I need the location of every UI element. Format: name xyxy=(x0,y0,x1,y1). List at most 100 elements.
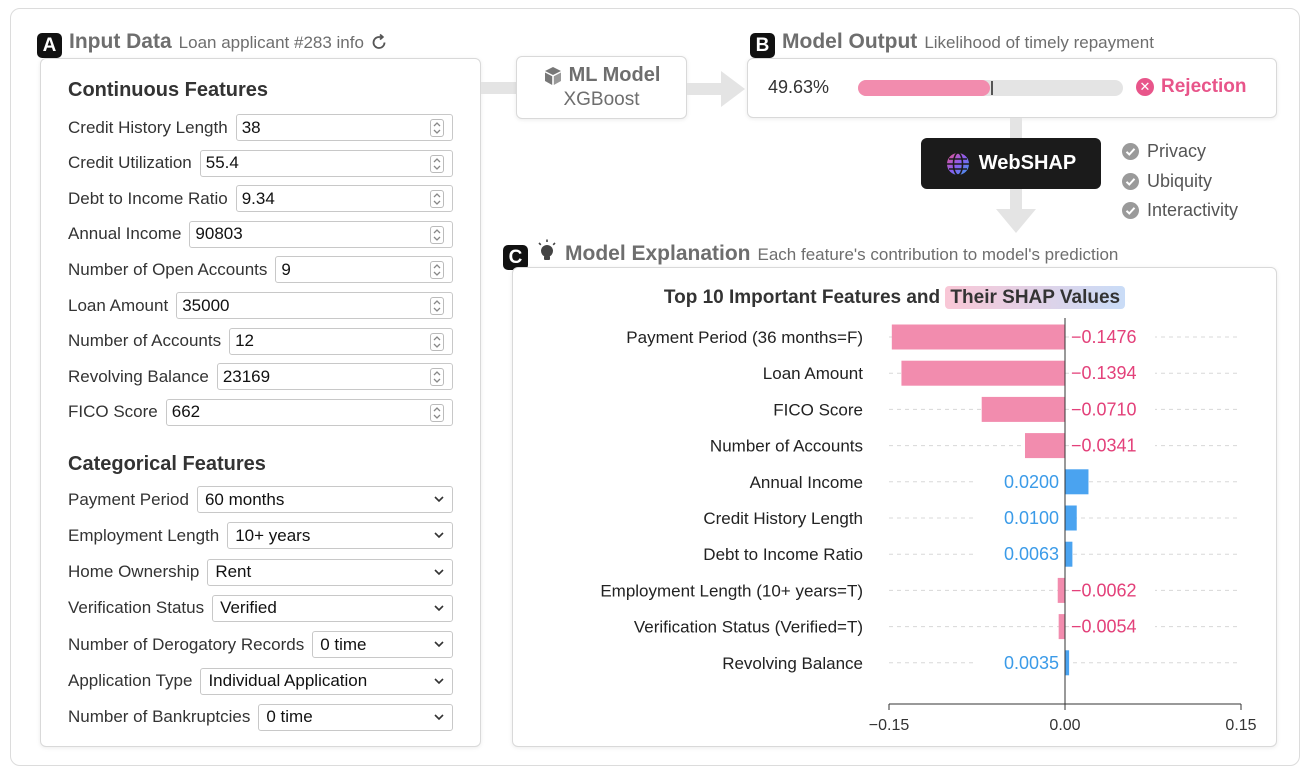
input-value: 662 xyxy=(171,402,201,422)
selected-value: 0 time xyxy=(320,634,367,654)
shap-bar xyxy=(1024,433,1065,459)
categorical-feature-row: Number of Bankruptcies 0 time xyxy=(68,703,453,731)
section-a-badge: A xyxy=(37,33,62,58)
selected-value: 60 months xyxy=(204,489,285,509)
select-dropdown[interactable]: 0 time xyxy=(312,631,453,659)
number-input[interactable]: 12 xyxy=(229,327,453,355)
shap-value-label: −0.0341 xyxy=(1071,436,1137,456)
continuous-feature-row: Debt to Income Ratio 9.34 xyxy=(68,185,453,213)
feature-label: Annual Income xyxy=(68,224,182,244)
continuous-features-title: Continuous Features xyxy=(68,79,269,101)
property-label: Privacy xyxy=(1147,141,1207,162)
select-dropdown[interactable]: 10+ years xyxy=(227,522,453,550)
stepper-icon[interactable] xyxy=(430,297,444,315)
feature-name-label: Loan Amount xyxy=(763,364,863,383)
feature-label: FICO Score xyxy=(68,402,158,422)
arrow-model-to-output xyxy=(687,71,745,107)
select-dropdown[interactable]: 0 time xyxy=(258,703,453,731)
check-circle-icon xyxy=(1122,202,1139,220)
shap-bar-chart: Payment Period (36 months=F) −0.1476 Loan … xyxy=(600,318,1257,734)
feature-name-label: Employment Length (10+ years=T) xyxy=(600,581,863,600)
number-input[interactable]: 662 xyxy=(165,398,453,426)
chevron-down-icon xyxy=(434,532,444,539)
ml-model-title: ML Model xyxy=(568,64,661,86)
number-input[interactable]: 38 xyxy=(235,114,453,141)
stepper-icon[interactable] xyxy=(430,261,444,280)
shap-value-label: −0.0710 xyxy=(1071,399,1137,419)
shap-bar xyxy=(1065,505,1077,531)
feature-name-label: Annual Income xyxy=(750,473,863,492)
refresh-icon[interactable] xyxy=(370,33,388,51)
number-input[interactable]: 55.4 xyxy=(199,149,453,177)
shap-bar xyxy=(1065,469,1089,495)
shap-bar xyxy=(1057,577,1065,603)
cube-icon xyxy=(544,66,561,85)
shap-bar xyxy=(891,324,1065,350)
section-a-heading: A Input Data Loan applicant #283 info xyxy=(37,30,388,58)
stepper-icon[interactable] xyxy=(430,403,444,422)
feature-name-label: Number of Accounts xyxy=(710,437,863,456)
webshap-box: WebSHAP xyxy=(921,138,1101,189)
stepper-icon[interactable] xyxy=(430,368,444,387)
chevron-down-icon xyxy=(434,714,444,720)
section-b-heading: B Model Output Likelihood of timely repa… xyxy=(750,30,1154,58)
input-value: 9 xyxy=(281,259,291,279)
feature-name-label: Verification Status (Verified=T) xyxy=(634,618,863,637)
property-label: Interactivity xyxy=(1147,200,1239,221)
stepper-icon[interactable] xyxy=(430,119,444,137)
number-input[interactable]: 9 xyxy=(275,256,453,284)
input-value: 38 xyxy=(241,117,261,137)
stepper-icon[interactable] xyxy=(430,190,444,209)
input-value: 35000 xyxy=(182,295,230,315)
select-dropdown[interactable]: Rent xyxy=(207,558,453,586)
feature-label: Verification Status xyxy=(68,598,205,618)
select-dropdown[interactable]: 60 months xyxy=(196,486,453,513)
arrow-webshap-to-explanation xyxy=(996,189,1036,233)
shap-bar xyxy=(1065,650,1070,676)
continuous-feature-row: Credit Utilization 55.4 xyxy=(68,149,453,177)
section-b-title: Model Output xyxy=(782,30,918,53)
webshap-properties: Privacy Ubiquity Interactivity xyxy=(1122,137,1238,226)
input-value: 12 xyxy=(235,331,254,351)
stepper-icon[interactable] xyxy=(430,225,444,244)
webshap-label: WebSHAP xyxy=(978,152,1077,174)
shap-value-label: −0.1394 xyxy=(1071,363,1137,383)
reject-icon: ✕ xyxy=(1136,78,1154,96)
stepper-icon[interactable] xyxy=(430,154,444,173)
feature-label: Employment Length xyxy=(68,525,220,545)
input-value: 9.34 xyxy=(241,188,275,208)
ml-model-name: XGBoost xyxy=(563,89,640,110)
select-dropdown[interactable]: Verified xyxy=(212,594,453,622)
section-a-subtitle: Loan applicant #283 info xyxy=(178,33,364,52)
categorical-feature-row: Payment Period 60 months xyxy=(68,486,453,513)
feature-label: Credit Utilization xyxy=(68,153,192,173)
feature-name-label: Credit History Length xyxy=(703,509,863,528)
number-input[interactable]: 23169 xyxy=(216,363,453,391)
select-dropdown[interactable]: Individual Application xyxy=(200,667,453,695)
feature-label: Number of Accounts xyxy=(68,331,222,351)
section-c-heading: C Model Explanation Each feature's contr… xyxy=(503,236,1118,270)
globe-icon xyxy=(946,151,969,176)
probability-fill xyxy=(858,80,990,96)
chevron-down-icon xyxy=(434,496,444,503)
chevron-down-icon xyxy=(434,641,444,648)
shap-value-label: −0.0054 xyxy=(1071,617,1137,637)
decision-label: ✕ Rejection xyxy=(1136,76,1247,98)
number-input[interactable]: 9.34 xyxy=(235,185,453,213)
selected-value: Rent xyxy=(215,562,252,582)
feature-label: Revolving Balance xyxy=(68,366,209,386)
number-input[interactable]: 90803 xyxy=(189,220,453,248)
section-b-subtitle: Likelihood of timely repayment xyxy=(924,33,1154,52)
threshold-marker xyxy=(990,81,993,95)
selected-value: Individual Application xyxy=(208,671,368,690)
section-a-title: Input Data xyxy=(69,30,172,53)
categorical-feature-row: Employment Length 10+ years xyxy=(68,522,453,550)
property-item: Interactivity xyxy=(1122,196,1238,226)
number-input[interactable]: 35000 xyxy=(176,292,453,319)
feature-name-label: Revolving Balance xyxy=(722,654,863,673)
probability-bar xyxy=(858,80,1123,96)
stepper-icon[interactable] xyxy=(430,332,444,351)
model-explanation-card: Top 10 Important Features and Their SHAP… xyxy=(512,267,1277,747)
shap-bar xyxy=(901,360,1065,386)
model-output-card: 49.63% ✕ Rejection xyxy=(747,58,1277,118)
